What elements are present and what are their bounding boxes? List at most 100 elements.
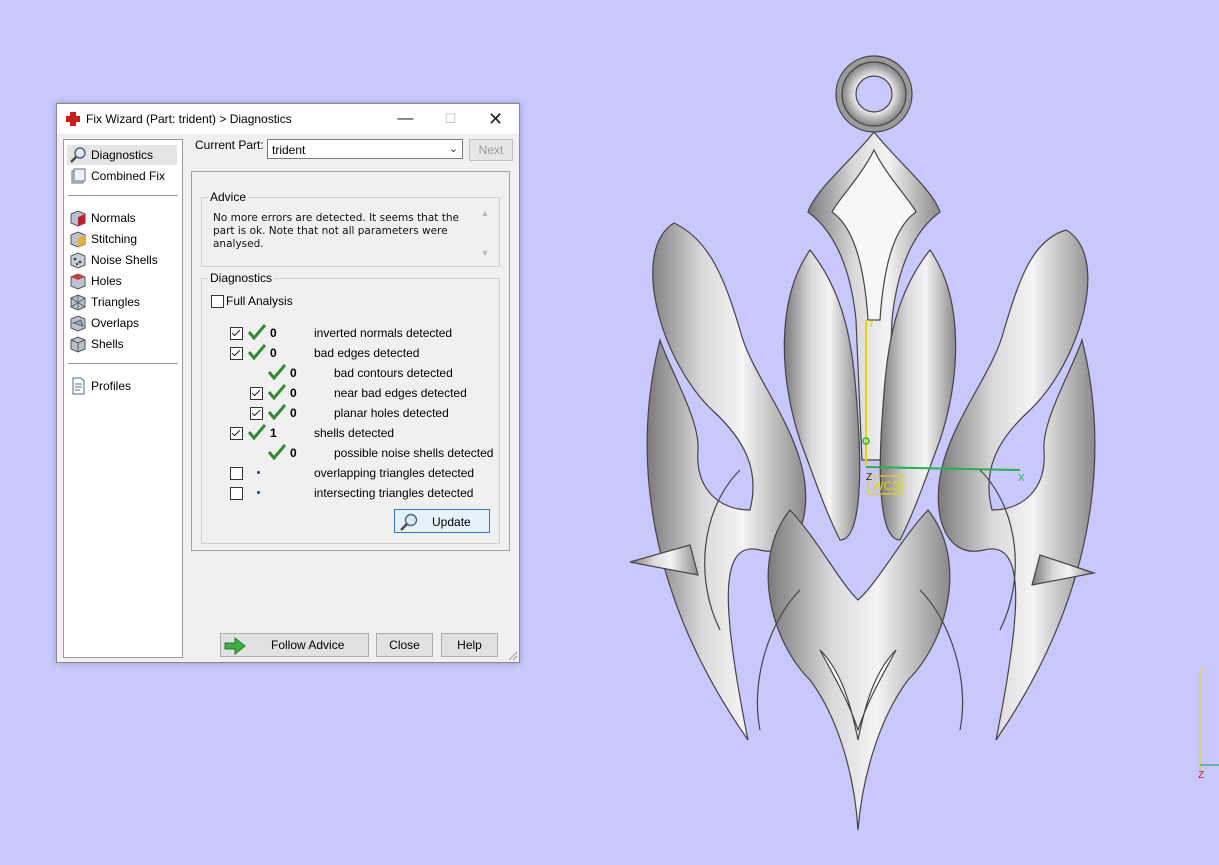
follow-advice-label: Follow Advice bbox=[271, 638, 345, 652]
green-check-icon bbox=[268, 364, 286, 380]
row-label: bad contours detected bbox=[334, 366, 453, 380]
diagnostic-row: 0 planar holes detected bbox=[202, 403, 499, 423]
maximize-button[interactable]: ☐ bbox=[428, 104, 473, 134]
axis-x-label: X bbox=[1018, 473, 1025, 484]
row-checkbox[interactable] bbox=[230, 427, 243, 440]
full-analysis-checkbox[interactable] bbox=[211, 295, 224, 308]
sidebar-item-label: Triangles bbox=[91, 295, 140, 309]
green-check-icon bbox=[248, 324, 266, 340]
sidebar-item-label: Stitching bbox=[91, 232, 138, 246]
row-checkbox[interactable] bbox=[230, 467, 243, 480]
diagnostic-row: 0 near bad edges detected bbox=[202, 383, 499, 403]
sidebar-item-combined-fix[interactable]: Combined Fix bbox=[67, 166, 177, 186]
row-count: 0 bbox=[290, 386, 297, 400]
advice-scrollbar[interactable]: ▲ ▼ bbox=[479, 208, 491, 258]
wizard-sidebar: Diagnostics Combined Fix Normals Stitchi… bbox=[63, 139, 183, 658]
row-label: bad edges detected bbox=[314, 346, 420, 360]
noise-shells-icon bbox=[70, 252, 86, 269]
stitching-cube-icon bbox=[70, 231, 86, 248]
right-flame-arm bbox=[937, 229, 1096, 741]
holes-cube-icon bbox=[70, 273, 86, 290]
row-count: 0 bbox=[290, 366, 297, 380]
normals-cube-icon bbox=[70, 210, 86, 227]
mini-axis-indicator: Z bbox=[1198, 668, 1219, 780]
title-bar[interactable]: Fix Wizard (Part: trident) > Diagnostics… bbox=[57, 104, 519, 134]
diagnostics-legend: Diagnostics bbox=[208, 271, 275, 285]
sidebar-item-noise-shells[interactable]: Noise Shells bbox=[67, 250, 177, 270]
follow-advice-button[interactable]: Follow Advice bbox=[220, 633, 369, 657]
scroll-down-icon[interactable]: ▼ bbox=[479, 248, 491, 258]
sidebar-item-overlaps[interactable]: Overlaps bbox=[67, 313, 177, 333]
advice-text: No more errors are detected. It seems th… bbox=[213, 212, 459, 250]
axis-y-label: Y bbox=[868, 319, 875, 330]
chevron-down-icon: ⌄ bbox=[448, 143, 458, 155]
sidebar-item-label: Diagnostics bbox=[91, 148, 154, 162]
sidebar-item-shells[interactable]: Shells bbox=[67, 334, 177, 354]
sidebar-item-profiles[interactable]: Profiles bbox=[67, 376, 177, 396]
scroll-up-icon[interactable]: ▲ bbox=[479, 208, 491, 218]
shells-cube-icon bbox=[70, 336, 86, 353]
advice-legend: Advice bbox=[208, 190, 249, 204]
diagnostic-row: 0 bad edges detected bbox=[202, 343, 499, 363]
sidebar-item-label: Normals bbox=[91, 211, 136, 225]
sidebar-item-label: Overlaps bbox=[91, 316, 140, 330]
green-arrow-right-icon bbox=[224, 637, 246, 655]
sidebar-item-holes[interactable]: Holes bbox=[67, 271, 177, 291]
wcs-label: WCS bbox=[872, 479, 900, 493]
sidebar-item-stitching[interactable]: Stitching bbox=[67, 229, 177, 249]
diagnostic-row: 0 possible noise shells detected bbox=[202, 443, 499, 463]
trident-model[interactable]: WCS X Y Z bbox=[600, 40, 1120, 840]
sidebar-item-label: Noise Shells bbox=[91, 253, 158, 267]
row-label: shells detected bbox=[314, 426, 395, 440]
resize-grip-icon[interactable] bbox=[508, 651, 518, 661]
row-checkbox[interactable] bbox=[250, 387, 263, 400]
row-count: 0 bbox=[290, 446, 297, 460]
sidebar-item-triangles[interactable]: Triangles bbox=[67, 292, 177, 312]
help-button[interactable]: Help bbox=[441, 633, 498, 657]
sidebar-item-label: Shells bbox=[91, 337, 124, 351]
sidebar-divider bbox=[68, 363, 178, 364]
row-checkbox[interactable] bbox=[250, 407, 263, 420]
full-analysis-label: Full Analysis bbox=[226, 294, 293, 308]
sidebar-item-normals[interactable]: Normals bbox=[67, 208, 177, 228]
window-title: Fix Wizard (Part: trident) > Diagnostics bbox=[86, 112, 292, 126]
bottom-crown bbox=[767, 509, 951, 831]
row-checkbox[interactable] bbox=[230, 487, 243, 500]
green-check-icon bbox=[268, 404, 286, 420]
left-flame-arm bbox=[646, 222, 807, 741]
row-checkbox[interactable] bbox=[230, 347, 243, 360]
sidebar-item-label: Holes bbox=[91, 274, 122, 288]
advice-group: Advice No more errors are detected. It s… bbox=[201, 190, 500, 267]
diagnostic-row: 0 bad contours detected bbox=[202, 363, 499, 383]
sidebar-item-diagnostics[interactable]: Diagnostics bbox=[67, 145, 177, 165]
overlaps-cube-icon bbox=[70, 315, 86, 332]
magnifier-icon bbox=[400, 513, 418, 531]
close-window-button[interactable]: ✕ bbox=[473, 104, 518, 134]
current-part-value: trident bbox=[272, 143, 306, 157]
diagnostic-row: intersecting triangles detected bbox=[202, 483, 499, 503]
combined-fix-icon bbox=[71, 168, 86, 184]
row-checkbox[interactable] bbox=[230, 327, 243, 340]
row-label: overlapping triangles detected bbox=[314, 466, 475, 480]
minimize-button[interactable]: — bbox=[383, 104, 428, 134]
close-button[interactable]: Close bbox=[376, 633, 433, 657]
row-count: 0 bbox=[270, 346, 277, 360]
green-check-icon bbox=[248, 344, 266, 360]
current-part-select[interactable]: trident ⌄ bbox=[267, 139, 463, 159]
row-count: 0 bbox=[270, 326, 277, 340]
row-label: intersecting triangles detected bbox=[314, 486, 474, 500]
update-button[interactable]: Update bbox=[394, 509, 490, 533]
profiles-document-icon bbox=[72, 377, 85, 395]
triangles-cube-icon bbox=[70, 294, 86, 311]
row-label: near bad edges detected bbox=[334, 386, 467, 400]
row-count: 0 bbox=[290, 406, 297, 420]
mini-axis-z-label: Z bbox=[1198, 770, 1204, 780]
update-label: Update bbox=[432, 515, 471, 529]
fix-wizard-window: Fix Wizard (Part: trident) > Diagnostics… bbox=[56, 103, 520, 663]
axis-z-label: Z bbox=[866, 472, 872, 483]
green-check-icon bbox=[268, 384, 286, 400]
magnifier-icon bbox=[70, 147, 86, 163]
sidebar-item-label: Combined Fix bbox=[91, 169, 166, 183]
next-button[interactable]: Next bbox=[469, 139, 513, 161]
row-count: 1 bbox=[270, 426, 277, 440]
